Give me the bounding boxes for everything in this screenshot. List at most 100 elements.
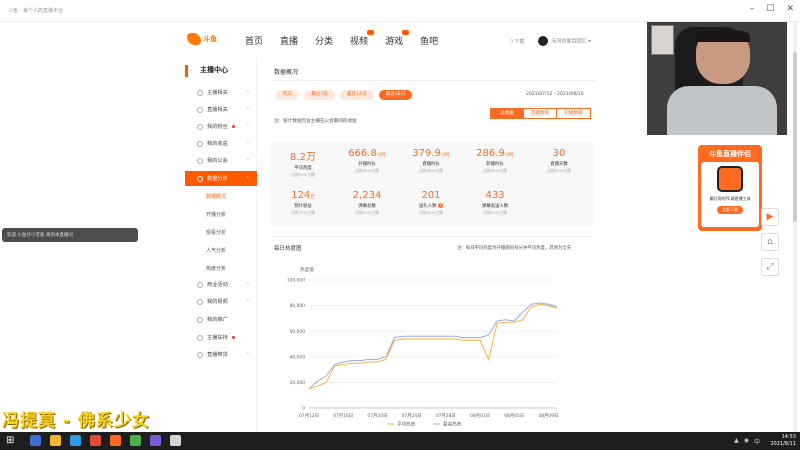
sidebar-item-support[interactable]: 主播扶持	[185, 330, 257, 345]
sidebar-item-videos[interactable]: 我的视频 ⌃	[185, 294, 257, 309]
chat-notice: 欢迎 小鱼仔小可爱 来到本直播间	[2, 228, 138, 242]
network-icon[interactable]: ▲	[734, 437, 739, 446]
seg-total[interactable]: 总数据	[491, 109, 524, 118]
download-link[interactable]: ▯ 下载	[510, 38, 524, 45]
sidebar-item-label: 直播相关	[207, 107, 228, 113]
window-controls: – ☐ ✕	[750, 4, 794, 14]
app-icon[interactable]	[30, 435, 41, 446]
chevron-up-icon: ⌃	[245, 89, 250, 96]
stat-sub: 击败98%主播	[419, 168, 443, 173]
promo-card[interactable]: 斗鱼直播伴侣 最好用的PC端直播工具 立即下载	[698, 145, 762, 231]
promo-title: 斗鱼直播伴侣	[709, 150, 751, 158]
home-icon[interactable]: ⌂	[761, 233, 779, 251]
douyu-app-taskbar-icon[interactable]	[110, 435, 121, 446]
sidebar-sub-popularity[interactable]: 人气分析	[185, 243, 257, 258]
seg-live[interactable]: 直播数据	[524, 109, 557, 118]
nav-fishbar[interactable]: 鱼吧	[420, 34, 438, 47]
period-yesterday[interactable]: 昨日	[276, 90, 300, 100]
windows-start-icon[interactable]: ⊞	[6, 436, 15, 446]
chevron-up-icon: ⌃	[245, 281, 250, 288]
minimize-icon[interactable]: –	[750, 4, 755, 14]
series-line	[308, 302, 558, 390]
x-tick-label: 08月01日	[470, 413, 490, 419]
stat-unit: 小时	[504, 153, 514, 158]
stat-label: 直播时长	[422, 162, 440, 167]
stat-card: 286.9小时 轮播时长 击败99%主播	[463, 142, 527, 182]
sidebar-item-business[interactable]: 商业活动 ⌃	[185, 277, 257, 292]
chevron-up-icon: ⌃	[245, 351, 250, 358]
stat-value: 124元	[271, 190, 335, 201]
nav-game-label: 游戏	[385, 37, 404, 47]
sidebar-item-label: 我的视频	[207, 299, 228, 305]
y-tick-label: 60,000	[290, 329, 306, 335]
clock-date: 2021/8/11	[770, 441, 796, 447]
promo-download-button[interactable]: 立即下载	[717, 206, 743, 214]
chevron-up-icon: ⌃	[245, 123, 250, 130]
y-tick-label: 0	[302, 406, 305, 412]
scrollbar-thumb[interactable]	[793, 52, 797, 222]
taskbar-clock[interactable]: 14:53 2021/8/11	[770, 434, 796, 448]
browser-icon[interactable]	[70, 435, 81, 446]
x-tick-label: 08月09日	[538, 413, 558, 419]
sidebar-item-live[interactable]: 直播相关 ⌃	[185, 102, 257, 117]
sidebar-item-guild[interactable]: 我的公会 ⌃	[185, 153, 257, 168]
nav-category[interactable]: 分类	[315, 34, 333, 47]
x-tick-label: 07月16日	[333, 413, 353, 419]
app-icon[interactable]	[130, 435, 141, 446]
stat-card: 201 送礼人数 ? 击败85%主播	[399, 184, 463, 224]
sidebar-item-analytics[interactable]: 数据分析 ⌃	[185, 171, 257, 186]
play-icon[interactable]: ▶	[761, 208, 779, 226]
sidebar-item-fans[interactable]: 我的粉丝 ⌃	[185, 119, 257, 134]
stat-number: 666.8	[348, 148, 377, 159]
period-14d[interactable]: 最近14日	[339, 90, 374, 100]
sidebar-item-label: 数据分析	[207, 176, 228, 182]
ime-icon[interactable]: 中	[754, 437, 760, 446]
expand-icon[interactable]: ⤢	[761, 258, 779, 276]
sidebar-item-shop[interactable]: 直播带货 ⌃	[185, 347, 257, 362]
folder-icon[interactable]	[50, 435, 61, 446]
streamer-shirt	[667, 86, 777, 135]
stat-sub: 击败93%主播	[355, 210, 379, 215]
douyu-logo[interactable]: 斗鱼	[187, 31, 225, 47]
app-icon[interactable]	[170, 435, 181, 446]
sidebar-sub-overview[interactable]: 数据概况	[185, 189, 257, 204]
nav-badge	[402, 30, 410, 35]
stat-sub: 击败93%主播	[291, 172, 315, 177]
sidebar-item-label: 主播扶持	[207, 335, 228, 341]
nav-video-label: 视频	[350, 37, 369, 47]
nav-badge	[367, 30, 375, 35]
sidebar-item-promo[interactable]: 我的推广	[185, 312, 257, 327]
period-30d[interactable]: 最近30日	[378, 90, 413, 100]
sidebar-item-income[interactable]: 我的收益 ⌃	[185, 136, 257, 151]
sidebar-item-label: 我的粉丝	[207, 124, 228, 130]
gift-icon	[197, 281, 203, 288]
user-menu[interactable]: 无问的夏目回忆 ▾	[538, 36, 590, 46]
nav-home[interactable]: 首页	[245, 34, 263, 47]
main-nav: 首页 直播 分类 视频 游戏 鱼吧	[245, 30, 438, 47]
maximize-icon[interactable]: ☐	[766, 4, 774, 14]
help-icon[interactable]: ?	[437, 203, 443, 208]
user-icon	[197, 89, 203, 96]
x-tick-label: 07月24日	[402, 413, 422, 419]
sidebar-title: 主播中心	[185, 65, 257, 77]
sidebar-sub-heat[interactable]: 热度分析	[185, 261, 257, 276]
nav-live[interactable]: 直播	[280, 34, 298, 47]
app-icon[interactable]	[90, 435, 101, 446]
app-icon[interactable]	[150, 435, 161, 446]
right-area: 斗鱼直播伴侣 最好用的PC端直播工具 立即下载 ▶ ⌂ ⤢	[645, 22, 800, 432]
legend-label: 最高热度	[443, 421, 462, 428]
sidebar-item-anchor[interactable]: 主播相关 ⌃	[185, 85, 257, 100]
stat-number: 286.9	[476, 148, 505, 159]
logo-text: 斗鱼	[203, 35, 217, 43]
nav-game[interactable]: 游戏	[385, 30, 410, 47]
sidebar-sub-viewing[interactable]: 观看分析	[185, 225, 257, 240]
stat-card: 666.8小时 开播时长 击败99%主播	[335, 142, 399, 182]
sidebar-sub-broadcast[interactable]: 开播分析	[185, 207, 257, 222]
period-7d[interactable]: 最近7日	[304, 90, 335, 100]
close-icon[interactable]: ✕	[786, 4, 794, 14]
seg-replay[interactable]: 轮播数据	[557, 109, 590, 118]
period-tabs: 昨日 最近7日 最近14日 最近30日	[276, 90, 413, 100]
daily-heat-chart: 热度值 0 20,000 40,000 60,000 80,000 100,000 07月12…	[287, 266, 559, 428]
volume-icon[interactable]: ◉	[744, 437, 749, 446]
nav-video[interactable]: 视频	[350, 30, 375, 47]
